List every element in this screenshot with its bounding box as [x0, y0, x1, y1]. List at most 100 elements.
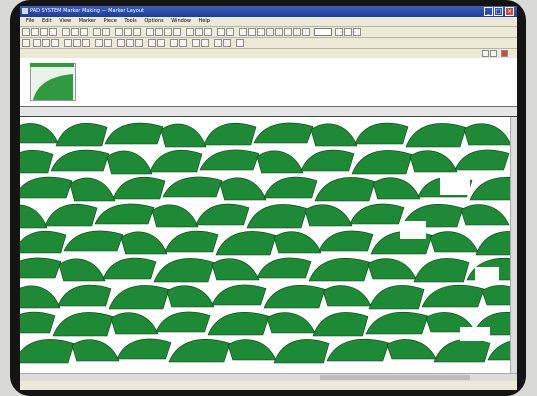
paste-icon[interactable] — [80, 28, 88, 36]
pattern-piece[interactable] — [349, 203, 405, 225]
redo-icon[interactable] — [102, 28, 110, 36]
mirror-icon[interactable] — [133, 28, 141, 36]
marker-new-icon[interactable] — [33, 39, 41, 47]
pointer-icon[interactable] — [22, 39, 30, 47]
pattern-piece[interactable] — [55, 123, 108, 147]
pattern-piece[interactable] — [149, 149, 203, 173]
pattern-piece[interactable] — [273, 231, 322, 254]
menu-edit[interactable]: Edit — [42, 18, 52, 24]
piece-list-icon[interactable] — [117, 39, 125, 47]
pattern-piece[interactable] — [481, 285, 517, 306]
pattern-piece[interactable] — [102, 257, 157, 280]
pattern-piece[interactable] — [409, 150, 458, 173]
menu-file[interactable]: File — [26, 18, 34, 24]
cut-icon[interactable] — [62, 28, 70, 36]
pattern-piece[interactable] — [20, 123, 59, 144]
pattern-piece[interactable] — [256, 150, 304, 174]
pattern-piece[interactable] — [304, 204, 353, 227]
pattern-piece[interactable] — [326, 338, 390, 362]
select-icon[interactable] — [217, 28, 225, 36]
pattern-piece[interactable] — [215, 231, 277, 256]
refresh-icon[interactable] — [335, 28, 343, 36]
pattern-piece[interactable] — [155, 311, 211, 333]
pattern-piece[interactable] — [199, 149, 260, 171]
close-button[interactable]: × — [505, 7, 514, 16]
pattern-piece[interactable] — [365, 311, 429, 335]
pattern-piece[interactable] — [227, 339, 277, 361]
pattern-piece[interactable] — [20, 339, 75, 364]
marker-layout-canvas[interactable] — [20, 116, 517, 374]
pattern-piece[interactable] — [354, 122, 409, 145]
new-file-icon[interactable] — [22, 28, 30, 36]
marker-save-icon[interactable] — [51, 39, 59, 47]
piece-up-icon[interactable] — [257, 28, 265, 36]
zoom-in-icon[interactable] — [195, 28, 203, 36]
pattern-piece[interactable] — [52, 312, 114, 337]
pattern-piece[interactable] — [310, 123, 358, 147]
pattern-piece[interactable] — [112, 176, 166, 200]
scrollbar-thumb[interactable] — [320, 375, 470, 380]
pattern-piece[interactable] — [256, 257, 312, 279]
pattern-piece[interactable] — [318, 230, 374, 252]
pattern-piece[interactable] — [246, 204, 308, 229]
pattern-piece[interactable] — [405, 123, 467, 148]
size-icon[interactable] — [126, 39, 134, 47]
lock-icon[interactable] — [223, 39, 231, 47]
pattern-piece[interactable] — [351, 150, 413, 175]
efficiency-icon[interactable] — [157, 39, 165, 47]
piece-down-icon[interactable] — [266, 28, 274, 36]
pattern-piece[interactable] — [20, 176, 73, 199]
menu-window[interactable]: Window — [171, 18, 191, 24]
pattern-piece[interactable] — [211, 284, 267, 306]
spacing-icon[interactable] — [293, 28, 301, 36]
pattern-piece[interactable] — [162, 176, 223, 198]
align-left-icon[interactable] — [64, 39, 72, 47]
marker-thumbnail[interactable] — [30, 63, 76, 101]
fit-icon[interactable] — [186, 28, 194, 36]
rotate-icon[interactable] — [115, 28, 123, 36]
menu-piece[interactable]: Piece — [104, 18, 117, 24]
save-icon[interactable] — [40, 28, 48, 36]
menu-tools[interactable]: Tools — [124, 18, 136, 24]
fabric-icon[interactable] — [135, 39, 143, 47]
pattern-piece[interactable] — [151, 204, 199, 228]
settings-icon[interactable] — [236, 39, 244, 47]
pattern-piece[interactable] — [273, 339, 330, 364]
pattern-piece[interactable] — [63, 230, 124, 252]
minimize-button[interactable]: _ — [484, 7, 493, 16]
pattern-piece[interactable] — [386, 339, 437, 360]
pattern-piece[interactable] — [266, 312, 316, 334]
arrow-right-icon[interactable] — [490, 50, 497, 57]
pattern-piece[interactable] — [94, 203, 155, 225]
pattern-piece[interactable] — [106, 150, 153, 175]
vertical-scrollbar[interactable] — [510, 117, 517, 374]
pattern-piece[interactable] — [433, 339, 491, 363]
menu-help[interactable]: Help — [199, 18, 210, 24]
align-right-icon[interactable] — [73, 39, 81, 47]
pattern-piece[interactable] — [253, 122, 314, 144]
align-top-icon[interactable] — [82, 39, 90, 47]
overlap-icon[interactable] — [284, 28, 292, 36]
close-strip-icon[interactable] — [501, 50, 508, 57]
print-icon[interactable] — [49, 28, 57, 36]
menu-options[interactable]: Options — [144, 18, 163, 24]
pattern-piece[interactable] — [160, 123, 207, 148]
arrow-left-icon[interactable] — [482, 50, 489, 57]
group-icon[interactable] — [95, 39, 103, 47]
pattern-piece[interactable] — [71, 339, 120, 362]
width-icon[interactable] — [302, 28, 310, 36]
grid-icon[interactable] — [146, 28, 154, 36]
plot-icon[interactable] — [170, 39, 178, 47]
pattern-piece[interactable] — [168, 339, 231, 363]
pattern-piece[interactable] — [372, 177, 421, 200]
pattern-piece[interactable] — [475, 231, 517, 256]
undo-icon[interactable] — [93, 28, 101, 36]
pattern-piece[interactable] — [166, 285, 215, 308]
cut-file-icon[interactable] — [179, 39, 187, 47]
pattern-piece[interactable] — [413, 258, 470, 283]
pattern-piece[interactable] — [300, 149, 355, 172]
pattern-piece[interactable] — [312, 312, 369, 337]
pattern-piece[interactable] — [20, 150, 54, 174]
pattern-piece[interactable] — [454, 149, 510, 171]
flip-icon[interactable] — [124, 28, 132, 36]
